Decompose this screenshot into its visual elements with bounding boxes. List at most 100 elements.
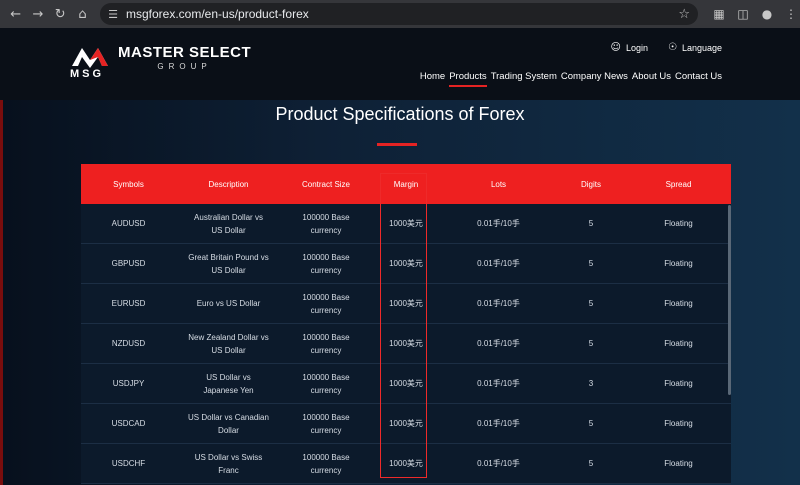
cell-digits: 5 xyxy=(588,339,594,348)
sidebar-icon[interactable]: ◫ xyxy=(734,5,752,23)
cell-margin: 1000美元 xyxy=(389,339,423,348)
cell-lots: 0.01手/10手 xyxy=(477,299,520,308)
cell-contract-size: 100000 Base currency xyxy=(302,212,350,235)
cell-spread: Floating xyxy=(664,339,693,348)
logo-mark-icon: MSG xyxy=(70,44,112,80)
header-symbols: Symbols xyxy=(113,179,144,189)
cell-spread: Floating xyxy=(664,259,693,268)
cell-symbol: AUDUSD xyxy=(111,219,146,228)
language-label: Language xyxy=(681,42,722,53)
cell-lots: 0.01手/10手 xyxy=(477,379,520,388)
cell-description: Euro vs US Dollar xyxy=(196,299,261,308)
cell-margin: 1000美元 xyxy=(389,379,423,388)
site-info-icon[interactable]: ☰ xyxy=(108,8,118,21)
language-link[interactable]: ☉ Language xyxy=(668,42,722,53)
cell-spread: Floating xyxy=(664,299,693,308)
cell-spread: Floating xyxy=(664,419,693,428)
logo-msg: MSG xyxy=(70,68,105,80)
cell-digits: 5 xyxy=(588,419,594,428)
nav-company-news[interactable]: Company News xyxy=(561,71,628,87)
home-icon[interactable]: ⌂ xyxy=(73,4,92,24)
table-row: EURUSD Euro vs US Dollar 100000 Base cur… xyxy=(81,284,731,324)
header-lots: Lots xyxy=(490,179,507,189)
cell-contract-size: 100000 Base currency xyxy=(302,452,350,475)
nav-about-us[interactable]: About Us xyxy=(632,71,671,87)
cell-spread: Floating xyxy=(664,379,693,388)
extensions-icon[interactable]: ▦ xyxy=(710,5,728,23)
cell-description: New Zealand Dollar vs US Dollar xyxy=(188,332,269,355)
menu-icon[interactable]: ⋮ xyxy=(782,5,800,23)
cell-description: US Dollar vs Swiss Franc xyxy=(194,452,263,475)
login-label: Login xyxy=(625,42,648,53)
header-description: Description xyxy=(208,179,249,189)
back-icon[interactable]: ← xyxy=(6,4,25,24)
profile-icon[interactable]: ● xyxy=(758,5,776,23)
globe-icon: ☉ xyxy=(667,42,677,53)
login-link[interactable]: ☺ Login xyxy=(611,42,648,53)
cell-digits: 5 xyxy=(588,299,594,308)
cell-contract-size: 100000 Base currency xyxy=(302,252,350,275)
cell-digits: 5 xyxy=(588,259,594,268)
page-title: Product Specifications of Forex xyxy=(275,104,525,124)
cell-contract-size: 100000 Base currency xyxy=(302,412,350,435)
cell-description: US Dollar vs Canadian Dollar xyxy=(188,412,269,435)
cell-symbol: USDCAD xyxy=(111,419,146,428)
cell-lots: 0.01手/10手 xyxy=(477,259,520,268)
table-scrollbar[interactable] xyxy=(728,205,731,395)
cell-margin: 1000美元 xyxy=(389,259,423,268)
reload-icon[interactable]: ↻ xyxy=(51,4,70,24)
table-row: USDCHF US Dollar vs Swiss Franc 100000 B… xyxy=(81,444,731,484)
cell-margin: 1000美元 xyxy=(389,459,423,468)
table-row: NZDUSD New Zealand Dollar vs US Dollar 1… xyxy=(81,324,731,364)
main-nav: Home Products Trading System Company New… xyxy=(420,71,722,87)
cell-contract-size: 100000 Base currency xyxy=(302,292,350,315)
cell-contract-size: 100000 Base currency xyxy=(302,332,350,355)
cell-lots: 0.01手/10手 xyxy=(477,339,520,348)
user-icon: ☺ xyxy=(610,42,621,53)
nav-products[interactable]: Products xyxy=(449,71,487,87)
header-spread: Spread xyxy=(665,179,692,189)
address-bar[interactable]: ☰ msgforex.com/en-us/product-forex ☆ xyxy=(100,3,699,25)
table-row: USDJPY US Dollar vs Japanese Yen 100000 … xyxy=(81,364,731,404)
cell-lots: 0.01手/10手 xyxy=(477,219,520,228)
cell-lots: 0.01手/10手 xyxy=(477,419,520,428)
cell-symbol: EURUSD xyxy=(111,299,146,308)
cell-symbol: USDJPY xyxy=(112,379,145,388)
cell-digits: 5 xyxy=(588,219,594,228)
header-contract-size: Contract Size xyxy=(301,179,351,189)
cell-contract-size: 100000 Base currency xyxy=(302,372,350,395)
cell-symbol: USDCHF xyxy=(111,459,146,468)
header-digits: Digits xyxy=(580,179,601,189)
header-margin: Margin xyxy=(393,179,419,189)
cell-margin: 1000美元 xyxy=(389,299,423,308)
cell-description: US Dollar vs Japanese Yen xyxy=(203,372,254,395)
forex-spec-table: Symbols Description Contract Size Margin… xyxy=(81,164,731,484)
cell-spread: Floating xyxy=(664,459,693,468)
cell-description: Great Britain Pound vs US Dollar xyxy=(188,252,269,275)
table-header: Symbols Description Contract Size Margin… xyxy=(81,164,731,204)
cell-description: Australian Dollar vs US Dollar xyxy=(194,212,263,235)
cell-spread: Floating xyxy=(664,219,693,228)
table-row: USDCAD US Dollar vs Canadian Dollar 1000… xyxy=(81,404,731,444)
table-body: AUDUSD Australian Dollar vs US Dollar 10… xyxy=(81,204,731,484)
cell-digits: 3 xyxy=(588,379,594,388)
cell-lots: 0.01手/10手 xyxy=(477,459,520,468)
nav-trading-system[interactable]: Trading System xyxy=(491,71,557,87)
site-header: MSG MASTER SELECT GROUP ☺ Login ☉ Langua… xyxy=(0,28,800,100)
title-underline xyxy=(377,143,417,146)
bookmark-star-icon[interactable]: ☆ xyxy=(678,7,690,22)
brand-title: MASTER SELECT xyxy=(118,44,252,61)
cell-digits: 5 xyxy=(588,459,594,468)
nav-home[interactable]: Home xyxy=(420,71,445,87)
nav-contact-us[interactable]: Contact Us xyxy=(675,71,722,87)
table-row: GBPUSD Great Britain Pound vs US Dollar … xyxy=(81,244,731,284)
page: MSG MASTER SELECT GROUP ☺ Login ☉ Langua… xyxy=(0,28,800,485)
cell-margin: 1000美元 xyxy=(389,419,423,428)
brand-logo[interactable]: MSG MASTER SELECT GROUP xyxy=(70,44,251,80)
brand-subtitle: GROUP xyxy=(157,62,212,71)
address-url: msgforex.com/en-us/product-forex xyxy=(126,7,309,21)
table-row: AUDUSD Australian Dollar vs US Dollar 10… xyxy=(81,204,731,244)
cell-symbol: NZDUSD xyxy=(111,339,146,348)
forward-icon[interactable]: → xyxy=(28,4,47,24)
browser-toolbar: ← → ↻ ⌂ ☰ msgforex.com/en-us/product-for… xyxy=(0,0,800,28)
